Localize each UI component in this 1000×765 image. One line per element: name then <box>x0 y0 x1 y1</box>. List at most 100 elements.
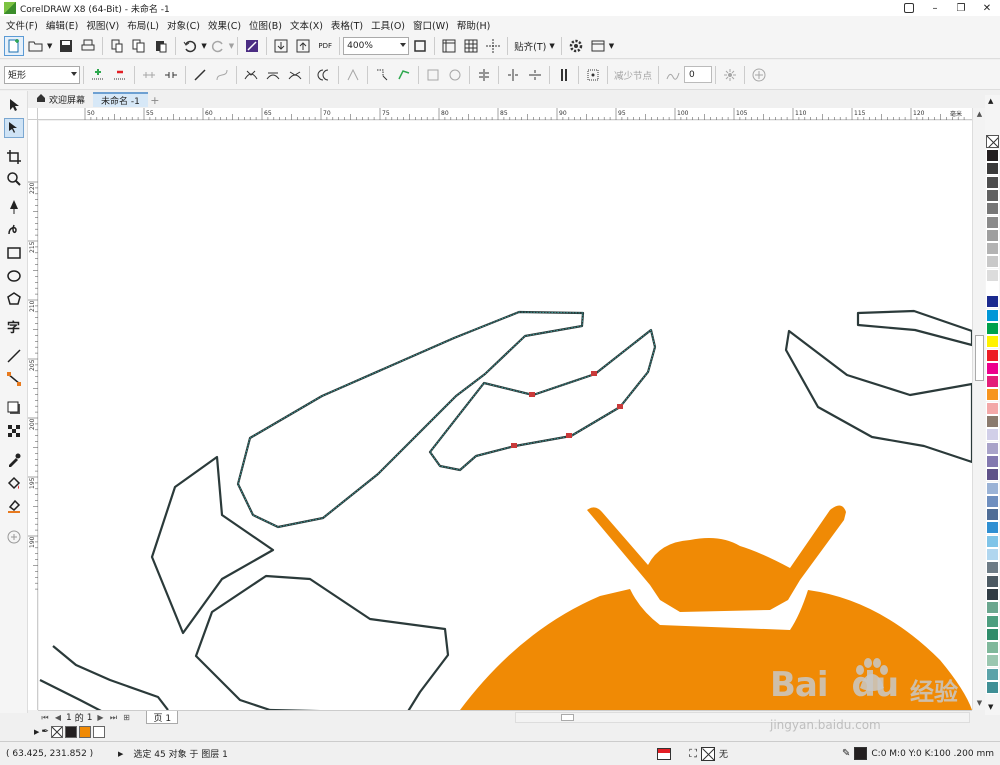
no-color-swatch[interactable] <box>986 135 999 148</box>
options-gear-icon[interactable] <box>566 36 586 56</box>
palette-scroll-up-icon[interactable]: ▲ <box>988 97 993 105</box>
palette-swatch[interactable] <box>986 295 999 309</box>
palette-swatch[interactable] <box>986 561 999 575</box>
palette-swatch[interactable] <box>986 614 999 628</box>
paste-icon[interactable] <box>151 36 171 56</box>
align-nodes-icon[interactable] <box>474 65 494 85</box>
palette-swatch[interactable] <box>986 335 999 349</box>
curve-smoothness-input[interactable]: 0 <box>684 66 713 83</box>
cut-icon[interactable] <box>107 36 127 56</box>
connector-tool-icon[interactable] <box>4 369 24 389</box>
palette-swatch[interactable] <box>986 375 999 389</box>
menu-edit[interactable]: 编辑(E) <box>44 18 84 32</box>
doc-swatch-black[interactable] <box>64 726 77 738</box>
drop-shadow-tool-icon[interactable] <box>4 398 24 418</box>
export-icon[interactable] <box>293 36 313 56</box>
stretch-scale-nodes-icon[interactable] <box>423 65 443 85</box>
menu-effects[interactable]: 效果(C) <box>206 18 247 32</box>
menu-layout[interactable]: 布局(L) <box>125 18 165 32</box>
palette-swatch[interactable] <box>986 667 999 681</box>
reflect-nodes-horizontal-icon[interactable] <box>503 65 523 85</box>
application-launcher-icon[interactable] <box>588 36 608 56</box>
doc-palette-menu-icon[interactable]: ▶ <box>34 728 39 736</box>
redo-dropdown-icon[interactable]: ▼ <box>229 42 234 50</box>
reverse-direction-icon[interactable] <box>314 65 334 85</box>
last-page-icon[interactable]: ⏭ <box>108 713 118 723</box>
extend-curve-to-close-icon[interactable] <box>343 65 363 85</box>
palette-swatch[interactable] <box>986 149 999 162</box>
add-node-icon[interactable] <box>88 65 108 85</box>
scroll-up-icon[interactable]: ▲ <box>975 110 984 119</box>
palette-swatch[interactable] <box>986 641 999 655</box>
palette-swatch[interactable] <box>986 175 999 189</box>
cusp-node-icon[interactable] <box>241 65 261 85</box>
palette-scroll-down-icon[interactable]: ▼ <box>988 703 993 711</box>
palette-swatch[interactable] <box>986 228 999 242</box>
horizontal-scroll-thumb[interactable] <box>561 714 574 721</box>
ellipse-tool-icon[interactable] <box>4 266 24 286</box>
horizontal-ruler[interactable]: 50 55 60 65 70 75 80 85 90 95 100 105 110 115 120 毫米 <box>38 108 972 120</box>
vertical-ruler[interactable]: 220 215 210 205 200 195 190 <box>28 120 38 710</box>
palette-swatch[interactable] <box>986 521 999 535</box>
palette-swatch[interactable] <box>986 268 999 282</box>
doc-swatch-orange[interactable] <box>78 726 91 738</box>
undo-dropdown-icon[interactable]: ▼ <box>201 42 206 50</box>
menu-text[interactable]: 文本(X) <box>288 18 329 32</box>
menu-view[interactable]: 视图(V) <box>84 18 125 32</box>
palette-swatch[interactable] <box>986 654 999 668</box>
publish-pdf-button[interactable]: PDF <box>315 36 335 56</box>
palette-swatch[interactable] <box>986 428 999 442</box>
redo-icon[interactable] <box>208 36 228 56</box>
snap-to-dropdown[interactable]: 贴齐(T) ▼ <box>511 36 558 56</box>
smart-fill-tool-icon[interactable] <box>4 496 24 516</box>
break-curve-icon[interactable] <box>161 65 181 85</box>
show-grid-icon[interactable] <box>461 36 481 56</box>
page-tab-1[interactable]: 页 1 <box>146 711 179 724</box>
selection-mode-select[interactable]: 矩形 <box>4 65 80 84</box>
open-folder-icon[interactable] <box>26 36 46 56</box>
copy-icon[interactable] <box>129 36 149 56</box>
palette-swatch[interactable] <box>986 681 999 694</box>
launcher-dropdown-icon[interactable]: ▼ <box>609 42 614 50</box>
search-content-icon[interactable] <box>242 36 262 56</box>
palette-swatch[interactable] <box>986 321 999 335</box>
palette-swatch[interactable] <box>986 348 999 362</box>
palette-swatch[interactable] <box>986 574 999 588</box>
close-curve-icon[interactable] <box>394 65 414 85</box>
full-screen-preview-icon[interactable] <box>410 36 430 56</box>
palette-swatch[interactable] <box>986 601 999 615</box>
palette-swatch[interactable] <box>986 162 999 176</box>
color-proof-icon[interactable] <box>657 747 672 760</box>
reflect-nodes-vertical-icon[interactable] <box>525 65 545 85</box>
outline-pen-icon[interactable]: ✎ <box>842 748 850 759</box>
rotate-skew-nodes-icon[interactable] <box>445 65 465 85</box>
vertical-scrollbar[interactable]: ▲ ▼ <box>972 108 985 710</box>
outline-color-swatch[interactable] <box>854 747 868 760</box>
palette-swatch[interactable] <box>986 481 999 495</box>
eyedropper-tool-icon[interactable] <box>4 450 24 470</box>
menu-tools[interactable]: 工具(O) <box>369 18 411 32</box>
drawing-canvas[interactable] <box>39 121 972 710</box>
smooth-node-icon[interactable] <box>263 65 283 85</box>
palette-swatch[interactable] <box>986 308 999 322</box>
select-all-nodes-icon[interactable] <box>583 65 603 85</box>
fill-bucket-icon[interactable]: ⛶ <box>689 747 697 761</box>
palette-swatch[interactable] <box>986 388 999 402</box>
print-icon[interactable] <box>78 36 98 56</box>
scroll-down-icon[interactable]: ▼ <box>975 699 984 708</box>
close-button[interactable]: ✕ <box>974 0 1000 16</box>
undo-icon[interactable] <box>180 36 200 56</box>
elastic-mode-icon[interactable] <box>554 65 574 85</box>
menu-bitmaps[interactable]: 位图(B) <box>247 18 288 32</box>
palette-swatch[interactable] <box>986 361 999 375</box>
freehand-tool-icon[interactable] <box>4 197 24 217</box>
import-icon[interactable] <box>271 36 291 56</box>
node-effects-icon[interactable] <box>720 65 740 85</box>
add-page-icon[interactable]: ⊞ <box>121 713 131 723</box>
palette-swatch[interactable] <box>986 454 999 468</box>
convert-to-line-icon[interactable] <box>190 65 210 85</box>
crop-tool-icon[interactable] <box>4 147 24 167</box>
add-tool-icon[interactable] <box>4 527 24 547</box>
minimize-button[interactable]: – <box>922 0 948 16</box>
no-fill-swatch[interactable] <box>50 726 63 738</box>
